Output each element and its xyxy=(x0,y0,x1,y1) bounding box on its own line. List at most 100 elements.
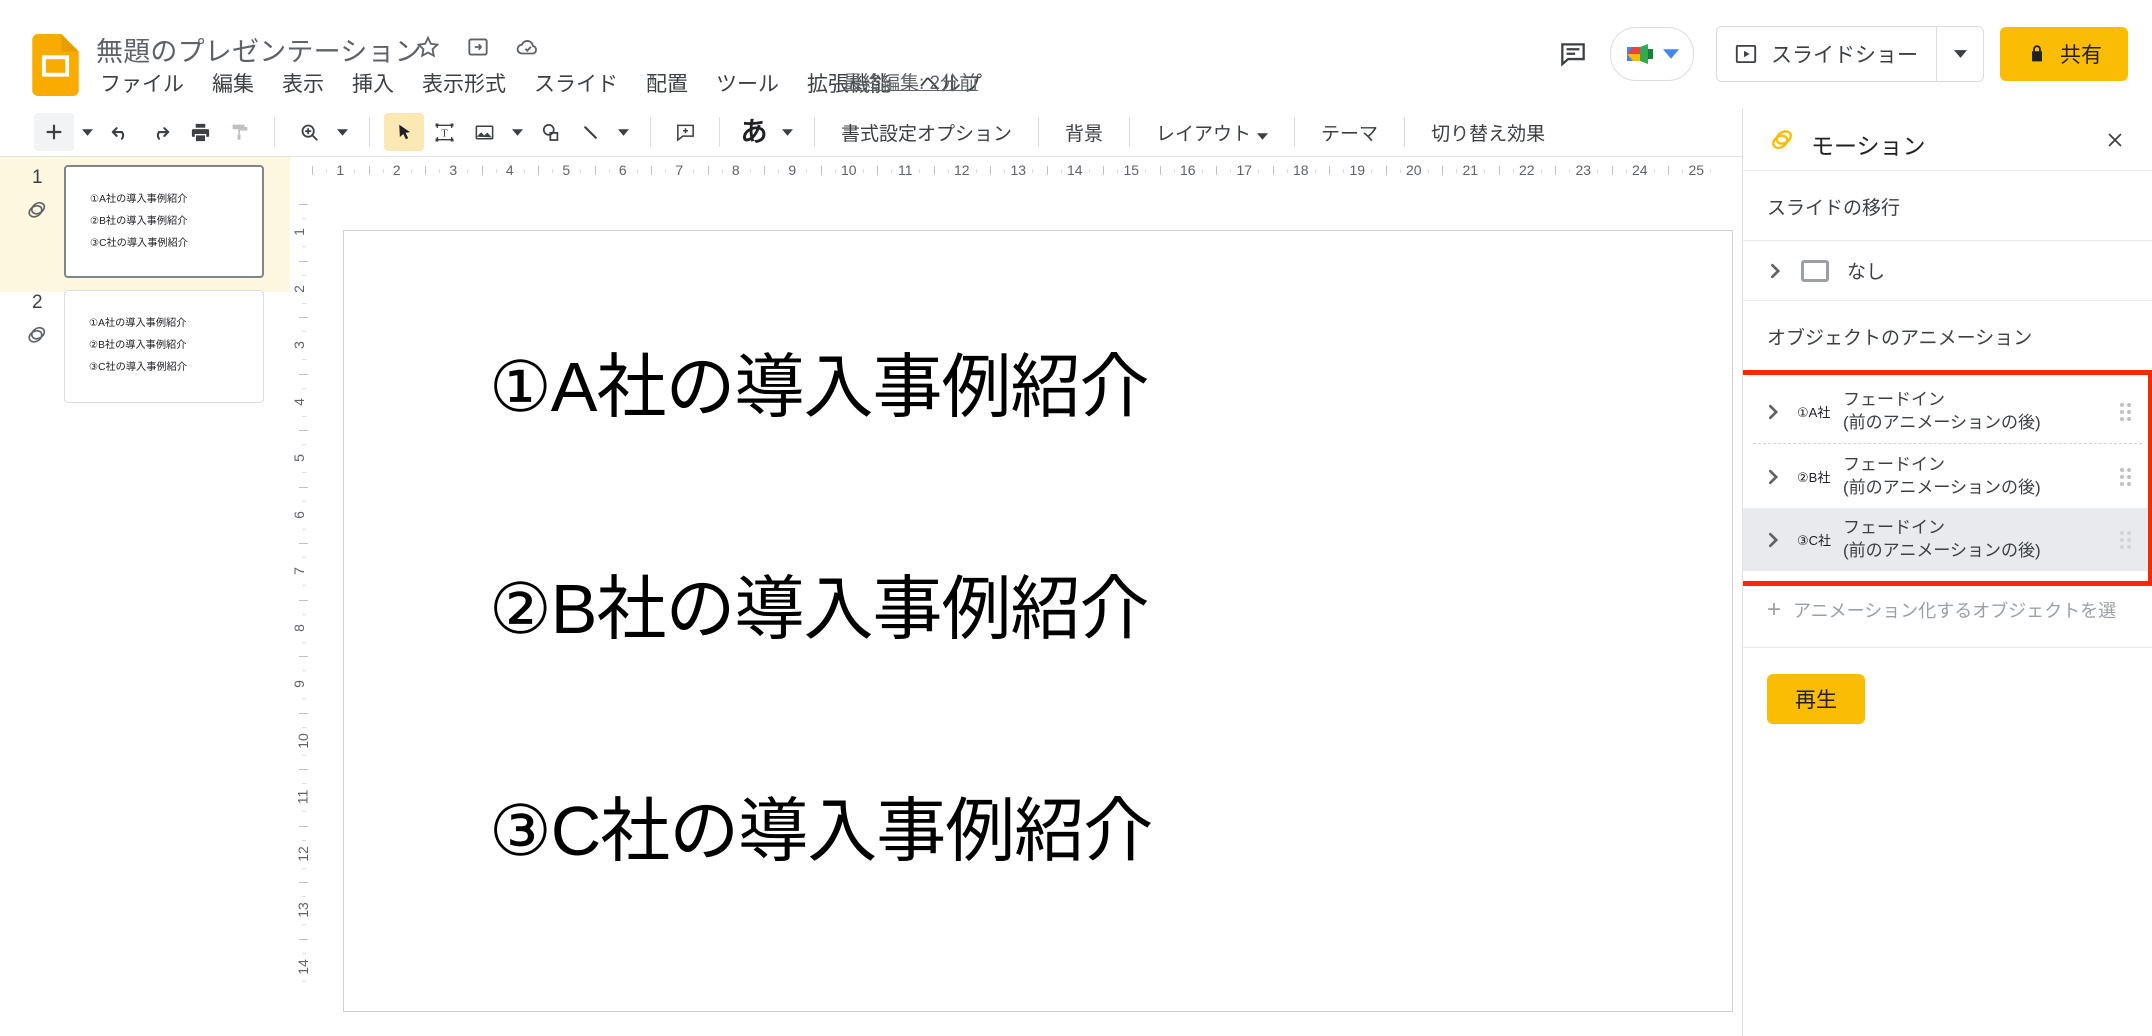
animation-object-label: ②B社 xyxy=(1797,470,1831,485)
paint-format-button[interactable] xyxy=(220,113,260,151)
last-edit-link[interactable]: 最終編集: 2分前 xyxy=(843,68,978,95)
ruler-label: 8 xyxy=(290,623,307,632)
menu-item-file[interactable]: ファイル xyxy=(96,66,188,100)
menu-item-tools[interactable]: ツール xyxy=(712,66,783,100)
ruler-tick xyxy=(877,166,878,175)
ruler-tick xyxy=(299,373,308,375)
ruler-tick xyxy=(1272,166,1274,175)
toolbar-divider xyxy=(814,117,815,147)
slide-transition-row[interactable]: なし xyxy=(1743,241,2152,300)
ruler-tick xyxy=(1103,166,1104,175)
ruler-label: 22 xyxy=(1518,162,1535,178)
zoom-caret-button[interactable] xyxy=(329,113,355,151)
animation-row-2[interactable]: ②B社 フェードイン (前のアニメーションの後) xyxy=(1743,445,2152,508)
add-comment-button[interactable] xyxy=(665,113,705,151)
ruler-tick xyxy=(299,599,308,601)
slideshow-button[interactable]: スライドショー xyxy=(1716,26,1984,82)
transition-button[interactable]: 切り替え効果 xyxy=(1419,112,1557,153)
slide-thumbnail[interactable]: ①A社の導入事例紹介 ②B社の導入事例紹介 ③C社の導入事例紹介 xyxy=(64,290,264,403)
ruler-minor-tick xyxy=(302,896,306,898)
ruler-label: 14 xyxy=(1066,162,1083,178)
text-box-button[interactable]: T xyxy=(424,113,464,151)
ruler-minor-tick xyxy=(891,169,893,173)
line-button[interactable] xyxy=(570,113,610,151)
ruler-minor-tick xyxy=(1512,169,1514,173)
menu-item-insert[interactable]: 挿入 xyxy=(348,66,398,100)
background-button[interactable]: 背景 xyxy=(1053,112,1115,153)
undo-button[interactable] xyxy=(100,113,140,151)
drag-handle-icon[interactable] xyxy=(2120,402,2134,421)
move-to-folder-icon[interactable] xyxy=(465,34,491,60)
menu-item-slide[interactable]: スライド xyxy=(530,66,622,100)
google-meet-button[interactable] xyxy=(1610,27,1694,81)
ruler-tick xyxy=(299,486,308,488)
insert-image-button[interactable] xyxy=(464,113,504,151)
ruler-minor-tick xyxy=(1117,169,1119,173)
drag-handle-icon[interactable] xyxy=(2120,530,2134,549)
star-icon[interactable] xyxy=(415,34,441,60)
new-slide-button[interactable] xyxy=(34,113,74,151)
slide-text-line-3[interactable]: ③C社の導入事例紹介 xyxy=(489,775,1153,876)
ruler-minor-tick xyxy=(302,472,306,474)
thumbnail-line: ①A社の導入事例紹介 xyxy=(90,193,188,205)
vertical-ruler[interactable]: 1 2 3 4 5 6 7 8 9 10 11 12 13 14 xyxy=(290,184,318,1036)
slide-thumbnail[interactable]: ①A社の導入事例紹介 ②B社の導入事例紹介 ③C社の導入事例紹介 xyxy=(64,165,264,278)
input-language-caret-button[interactable] xyxy=(774,113,800,151)
document-title[interactable]: 無題のプレゼンテーション xyxy=(96,30,422,69)
ruler-minor-tick xyxy=(1173,169,1175,173)
ruler-minor-tick xyxy=(302,698,306,700)
filmstrip-slide-2[interactable]: 2 ①A社の導入事例紹介 ②B社の導入事例紹介 ③C社の導入事例紹介 xyxy=(0,282,290,417)
menu-item-view[interactable]: 表示 xyxy=(278,66,328,100)
slide-text-line-2[interactable]: ②B社の導入事例紹介 xyxy=(489,553,1149,654)
print-button[interactable] xyxy=(180,113,220,151)
cloud-saved-icon[interactable] xyxy=(515,34,541,60)
theme-button[interactable]: テーマ xyxy=(1309,112,1390,153)
drag-handle-icon[interactable] xyxy=(2120,467,2134,486)
open-comment-history-button[interactable] xyxy=(1546,27,1600,81)
shape-icon xyxy=(542,123,558,141)
slide-text-line-1[interactable]: ①A社の導入事例紹介 xyxy=(489,331,1149,432)
ruler-label: 2 xyxy=(290,284,307,293)
ruler-label: 7 xyxy=(290,567,307,576)
horizontal-ruler[interactable]: 1 2 3 4 5 6 7 8 9 10 11 12 13 14 15 16 17 18 19 20 21 22 23 24 2… xyxy=(290,157,1742,185)
play-animation-button[interactable]: 再生 xyxy=(1767,674,1865,724)
ruler-label: 17 xyxy=(1236,162,1253,178)
animation-row-1[interactable]: ①A社 フェードイン (前のアニメーションの後) xyxy=(1743,380,2152,443)
ruler-label: 7 xyxy=(675,162,684,178)
image-icon xyxy=(475,125,493,139)
input-language-button[interactable]: あ xyxy=(734,113,774,151)
zoom-button[interactable] xyxy=(289,113,329,151)
slide-editing-surface[interactable]: ①A社の導入事例紹介 ②B社の導入事例紹介 ③C社の導入事例紹介 xyxy=(343,230,1733,1012)
toolbar-divider xyxy=(369,117,370,147)
animation-row-3[interactable]: ③C社 フェードイン (前のアニメーションの後) xyxy=(1743,508,2152,571)
chevron-down-icon xyxy=(511,128,523,136)
ruler-minor-tick xyxy=(302,331,306,333)
slideshow-caret-button[interactable] xyxy=(1936,27,1983,81)
insert-image-caret-button[interactable] xyxy=(504,113,530,151)
ruler-minor-tick xyxy=(410,169,412,173)
textbox-icon: T xyxy=(434,122,454,142)
zoom-icon xyxy=(301,124,318,141)
close-panel-button[interactable] xyxy=(2100,125,2130,155)
line-caret-button[interactable] xyxy=(610,113,636,151)
print-icon xyxy=(191,123,209,141)
select-tool-button[interactable] xyxy=(384,113,424,151)
layout-button[interactable]: レイアウト xyxy=(1144,112,1280,153)
menu-item-format[interactable]: 表示形式 xyxy=(418,66,510,100)
ruler-minor-tick xyxy=(1032,169,1034,173)
animation-object-label: ③C社 xyxy=(1797,533,1832,548)
chevron-down-icon xyxy=(617,128,629,136)
new-slide-caret-button[interactable] xyxy=(74,113,100,151)
redo-button[interactable] xyxy=(140,113,180,151)
shape-button[interactable] xyxy=(530,113,570,151)
slideshow-main[interactable]: スライドショー xyxy=(1717,27,1936,81)
share-button[interactable]: 共有 xyxy=(2000,27,2128,81)
ruler-minor-tick xyxy=(1399,169,1401,173)
format-options-button[interactable]: 書式設定オプション xyxy=(829,112,1024,153)
slide-filmstrip[interactable]: 1 ①A社の導入事例紹介 ②B社の導入事例紹介 ③C社の導入事例紹介 2 ①A社… xyxy=(0,157,291,1036)
add-animation-button[interactable]: + アニメーション化するオブジェクトを選 xyxy=(1743,571,2152,647)
menu-item-arrange[interactable]: 配置 xyxy=(642,66,692,100)
filmstrip-slide-1[interactable]: 1 ①A社の導入事例紹介 ②B社の導入事例紹介 ③C社の導入事例紹介 xyxy=(0,157,290,292)
animation-timing: (前のアニメーションの後) xyxy=(1843,540,2041,560)
menu-item-edit[interactable]: 編集 xyxy=(208,66,258,100)
